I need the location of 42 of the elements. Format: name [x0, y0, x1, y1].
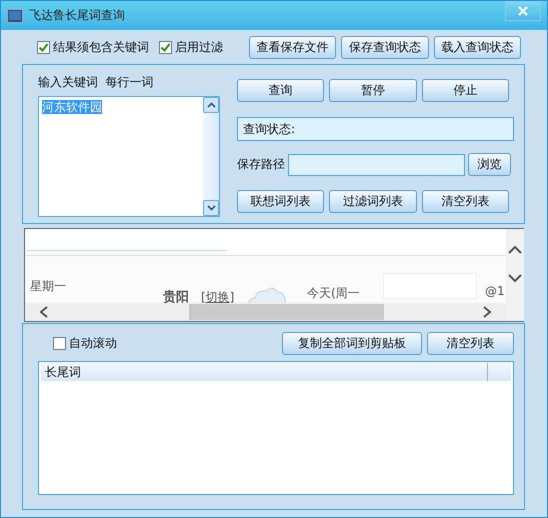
action-button[interactable]: 停止 [422, 79, 509, 102]
results-button[interactable]: 复制全部词到剪贴板 [282, 332, 422, 355]
close-icon [518, 6, 528, 16]
scroll-down-icon[interactable] [203, 200, 219, 216]
action-button[interactable]: 查询 [237, 79, 324, 102]
toolbar-button[interactable]: 载入查询状态 [434, 36, 521, 58]
checkbox[interactable] [159, 40, 172, 54]
results-button[interactable]: 清空列表 [427, 332, 514, 355]
scroll-up-icon[interactable] [508, 245, 522, 255]
scroll-thumb[interactable] [189, 304, 384, 320]
action-button[interactable]: 暂停 [329, 79, 417, 102]
checkbox[interactable] [37, 40, 50, 54]
checkbox-option[interactable]: 自动滚动 [53, 335, 277, 352]
save-path-label: 保存路径 [237, 156, 285, 173]
monitor-icon [7, 8, 23, 22]
status-label: 查询状态: [243, 122, 296, 136]
scroll-up-icon[interactable] [203, 97, 219, 113]
scroll-down-icon[interactable] [508, 273, 522, 283]
checkbox-option[interactable]: 启用过滤 [159, 38, 223, 56]
toolbar-button[interactable]: 保存查询状态 [341, 36, 429, 58]
switch-link[interactable]: [切换] [201, 289, 234, 303]
horizontal-scrollbar[interactable] [25, 303, 506, 321]
keywords-label: 输入关键词 每行一词 [38, 74, 155, 91]
vertical-scrollbar[interactable] [203, 97, 219, 216]
checkbox-option[interactable]: 结果须包含关键词 [37, 38, 149, 56]
toolbar-button[interactable]: 查看保存文件 [249, 36, 336, 58]
checkmark-icon [38, 42, 49, 52]
save-path-field[interactable] [288, 154, 465, 176]
today-text: 今天(周一 [307, 285, 360, 302]
keyword-text: 河东软件园 [42, 100, 102, 114]
list-button[interactable]: 联想词列表 [237, 190, 324, 213]
scroll-right-icon[interactable] [482, 306, 492, 318]
cloud-icon [245, 285, 289, 303]
checkbox[interactable] [53, 337, 66, 350]
weekday-text: 星期一 [30, 278, 66, 295]
scroll-left-icon[interactable] [39, 306, 49, 318]
list-button[interactable]: 过滤词列表 [329, 190, 417, 213]
list-button[interactable]: 清空列表 [422, 190, 509, 213]
checkmark-icon [160, 42, 171, 52]
email-suffix: @1 [485, 284, 505, 298]
window-title: 飞达鲁长尾词查询 [29, 7, 125, 24]
browse-button[interactable]: 浏览 [468, 153, 511, 176]
